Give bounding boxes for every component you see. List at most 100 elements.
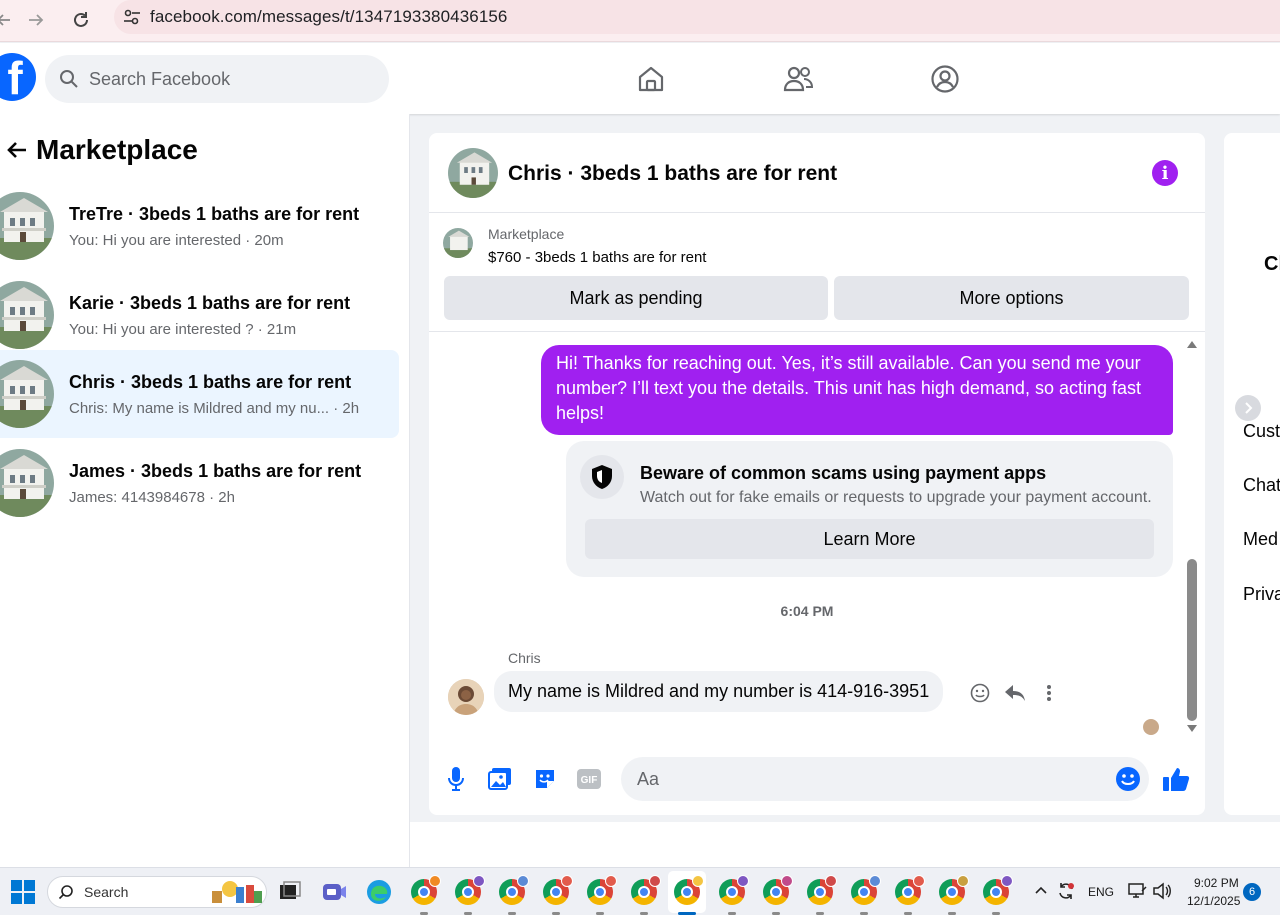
chrome-icon[interactable]	[983, 875, 1013, 905]
scam-warning-title: Beware of common scams using payment app…	[640, 463, 1047, 483]
address-bar[interactable]: facebook.com/messages/t/1347193380436156	[114, 0, 1280, 34]
network-icon[interactable]	[1128, 882, 1148, 902]
profile-icon[interactable]	[927, 61, 963, 97]
message-input[interactable]	[621, 757, 1149, 801]
notification-badge[interactable]: 6	[1243, 883, 1261, 901]
details-name: Cl	[1264, 253, 1280, 275]
sticker-icon[interactable]	[531, 765, 559, 793]
conversation-list-panel: Marketplace TreTre · 3beds 1 baths are f…	[0, 114, 410, 822]
incoming-message[interactable]: My name is Mildred and my number is 414-…	[494, 671, 944, 712]
chrome-icon[interactable]	[763, 875, 793, 905]
details-section-customize[interactable]: Cust	[1243, 421, 1280, 442]
edge-icon[interactable]	[366, 879, 392, 905]
react-emoji-icon[interactable]	[968, 681, 992, 705]
clock-date[interactable]: 12/1/2025	[1187, 894, 1240, 908]
chevron-right-icon[interactable]	[1235, 395, 1261, 421]
seen-by-avatar	[1143, 719, 1159, 735]
thumbs-up-icon[interactable]	[1162, 765, 1190, 793]
chrome-icon[interactable]	[543, 875, 573, 905]
house-thumbnail	[0, 360, 54, 428]
message-composer: GIF	[429, 753, 1205, 809]
mark-as-pending-button[interactable]: Mark as pending	[444, 276, 828, 320]
chrome-icon[interactable]	[807, 875, 837, 905]
windows-taskbar: Search ENG 9:02 PM 12/1/2025 6	[0, 867, 1280, 915]
chrome-icon[interactable]	[631, 875, 661, 905]
task-view-icon[interactable]	[277, 879, 303, 905]
chrome-icon[interactable]	[851, 875, 881, 905]
teams-icon[interactable]	[321, 879, 347, 905]
chrome-icon[interactable]	[719, 875, 749, 905]
more-vertical-icon[interactable]	[1037, 681, 1061, 705]
scroll-up-icon[interactable]	[1187, 341, 1197, 348]
windows-start-icon[interactable]	[11, 880, 35, 904]
sync-icon[interactable]	[1056, 881, 1076, 901]
left-panel-bottom	[0, 822, 410, 867]
search-box[interactable]	[45, 55, 389, 103]
emoji-icon[interactable]	[1114, 765, 1142, 793]
home-icon[interactable]	[633, 61, 669, 97]
page-bottom	[0, 822, 1280, 867]
chrome-icon-active[interactable]	[674, 875, 704, 905]
clock-time[interactable]: 9:02 PM	[1194, 876, 1239, 890]
search-icon	[60, 70, 78, 88]
chrome-icon[interactable]	[939, 875, 969, 905]
chrome-icon[interactable]	[499, 875, 529, 905]
outgoing-message[interactable]: Hi! Thanks for reaching out. Yes, it’s s…	[541, 345, 1173, 435]
conversation-title: TreTre · 3beds 1 baths are for rent	[69, 204, 360, 224]
chevron-up-icon[interactable]	[1034, 883, 1050, 899]
url-text: facebook.com/messages/t/1347193380436156	[150, 7, 508, 26]
taskbar-search[interactable]: Search	[47, 876, 267, 908]
chrome-icon[interactable]	[895, 875, 925, 905]
conversation-item[interactable]: James · 3beds 1 baths are for rent James…	[0, 439, 399, 527]
search-highlight-icon	[212, 881, 262, 903]
chat-avatar[interactable]	[448, 148, 498, 198]
friends-icon[interactable]	[780, 61, 816, 97]
facebook-logo[interactable]: f	[0, 53, 36, 101]
chrome-icon[interactable]	[411, 875, 441, 905]
volume-icon[interactable]	[1152, 882, 1172, 902]
conversation-title: Karie · 3beds 1 baths are for rent	[69, 293, 351, 313]
details-section-chat[interactable]: Chat	[1243, 475, 1280, 496]
conversation-preview: Chris: My name is Mildred and my nu... ·…	[69, 400, 360, 417]
listing-description[interactable]: $760 - 3beds 1 baths are for rent	[488, 249, 706, 266]
conversation-preview: You: Hi you are interested ? · 21m	[69, 321, 297, 338]
search-input[interactable]	[89, 68, 369, 90]
back-arrow-icon[interactable]	[0, 140, 34, 160]
message-scrollbar[interactable]	[1186, 337, 1198, 733]
conversation-title: James · 3beds 1 baths are for rent	[69, 461, 362, 481]
house-thumbnail	[0, 449, 54, 517]
chat-window: Chris · 3beds 1 baths are for rent i Mar…	[429, 133, 1205, 815]
details-section-privacy[interactable]: Priva	[1243, 584, 1280, 605]
facebook-header: f	[0, 43, 1280, 114]
conversation-item[interactable]: Karie · 3beds 1 baths are for rent You: …	[0, 271, 399, 359]
conversation-preview: James: 4143984678 · 2h	[69, 489, 235, 506]
more-options-button[interactable]: More options	[834, 276, 1189, 320]
details-section-media[interactable]: Med	[1243, 529, 1278, 550]
forward-icon[interactable]	[22, 6, 50, 34]
conversation-item[interactable]: TreTre · 3beds 1 baths are for rent You:…	[0, 182, 399, 270]
scrollbar-thumb[interactable]	[1187, 559, 1197, 721]
language-indicator[interactable]: ENG	[1088, 885, 1114, 899]
chat-header: Chris · 3beds 1 baths are for rent i	[429, 133, 1205, 213]
microphone-icon[interactable]	[442, 765, 470, 793]
reply-icon[interactable]	[1003, 681, 1027, 705]
chat-title[interactable]: Chris · 3beds 1 baths are for rent	[508, 162, 837, 186]
conversation-item-active[interactable]: Chris · 3beds 1 baths are for rent Chris…	[0, 350, 399, 438]
scroll-down-icon[interactable]	[1187, 725, 1197, 732]
search-icon	[58, 885, 73, 900]
chrome-icon[interactable]	[587, 875, 617, 905]
gif-icon[interactable]: GIF	[575, 765, 603, 793]
reload-icon[interactable]	[67, 6, 95, 34]
site-settings-icon[interactable]	[114, 7, 150, 27]
message-timestamp: 6:04 PM	[780, 603, 834, 619]
conversation-title: Chris · 3beds 1 baths are for rent	[69, 372, 352, 392]
learn-more-button[interactable]: Learn More	[585, 519, 1154, 559]
photo-icon[interactable]	[486, 765, 514, 793]
back-icon[interactable]	[0, 6, 18, 34]
chrome-icon[interactable]	[455, 875, 485, 905]
info-icon[interactable]: i	[1152, 160, 1178, 186]
house-thumbnail	[0, 281, 54, 349]
listing-thumbnail[interactable]	[443, 228, 473, 258]
svg-text:GIF: GIF	[581, 775, 598, 786]
sender-avatar[interactable]	[448, 679, 484, 715]
